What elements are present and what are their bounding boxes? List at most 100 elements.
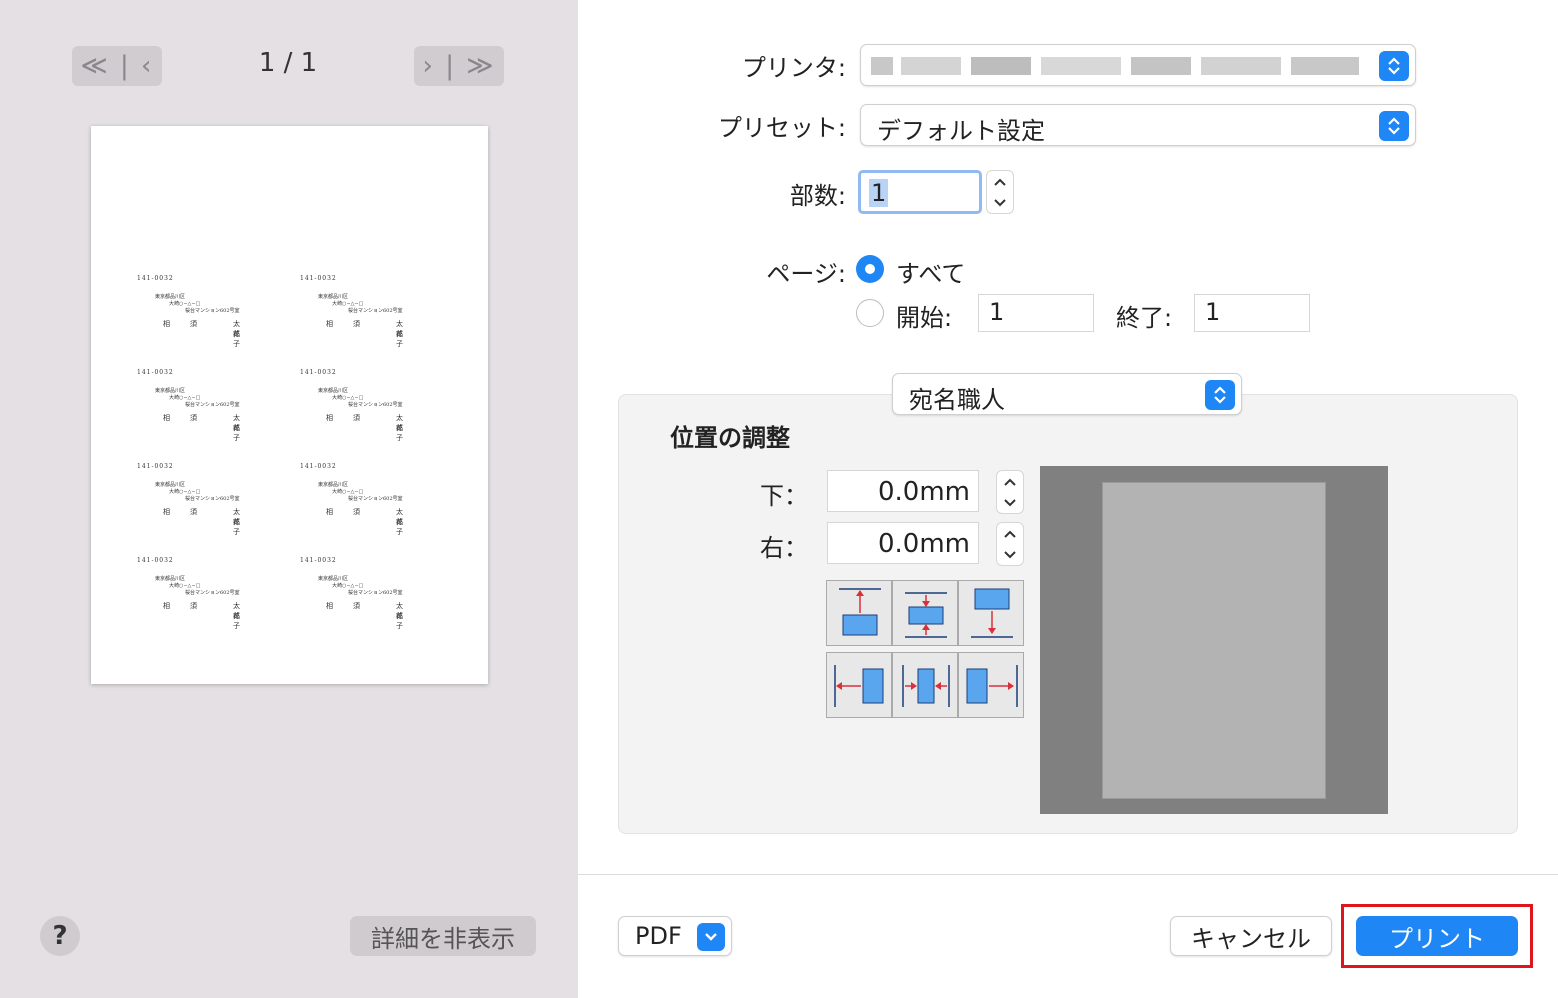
label-addr3: 桜台マンション602号室 (185, 496, 240, 502)
printer-popup[interactable] (860, 44, 1416, 86)
align-top-button[interactable] (826, 580, 892, 646)
right-offset-label: 右： (760, 534, 808, 562)
pages-all-label: すべて (896, 260, 966, 288)
chevron-down-icon (1004, 498, 1016, 506)
address-label: 141-0032 東京都品川区 大崎○−△−□ 桜台マンション602号室 相須 太郎 花子 (137, 463, 277, 553)
label-addr1: 東京都品川区 (155, 388, 186, 394)
label-addr3: 桜台マンション602号室 (348, 308, 403, 314)
align-top-icon (839, 588, 881, 636)
address-label: 141-0032 東京都品川区 大崎○−△−□ 桜台マンション602号室 相須 太郎 花子 (300, 463, 440, 553)
address-label: 141-0032 東京都品川区 大崎○−△−□ 桜台マンション602号室 相須 太郎 花子 (137, 369, 277, 459)
label-addr2: 大崎○−△−□ (332, 583, 364, 589)
double-chevron-left-icon: ≪ | ‹ (80, 51, 154, 81)
label-addr3: 桜台マンション602号室 (348, 496, 403, 502)
printer-name-obscured (871, 53, 1361, 79)
app-section-popup[interactable]: 宛名職人 (892, 373, 1242, 415)
label-name2: 花子 (233, 518, 258, 536)
align-hcenter-icon (902, 665, 950, 707)
pages-from-field[interactable]: 1 (978, 294, 1094, 332)
label-surname: 相須 (326, 508, 380, 516)
chevron-up-icon (1004, 478, 1016, 486)
align-bottom-button[interactable] (958, 580, 1024, 646)
label-addr2: 大崎○−△−□ (169, 395, 201, 401)
label-addr1: 東京都品川区 (318, 576, 349, 582)
label-surname: 相須 (326, 414, 380, 422)
label-zip: 141-0032 (137, 463, 174, 470)
label-zip: 141-0032 (300, 369, 337, 376)
updown-chevron-icon (1205, 380, 1235, 410)
pdf-label: PDF (635, 922, 682, 950)
align-hcenter-button[interactable] (892, 652, 958, 718)
align-right-icon (966, 665, 1018, 707)
label-addr2: 大崎○−△−□ (332, 301, 364, 307)
align-vcenter-button[interactable] (892, 580, 958, 646)
align-right-button[interactable] (958, 652, 1024, 718)
pages-to-field[interactable]: 1 (1194, 294, 1310, 332)
label-zip: 141-0032 (137, 369, 174, 376)
label-addr3: 桜台マンション602号室 (348, 590, 403, 596)
help-button[interactable]: ? (40, 916, 80, 956)
position-adjust-title: 位置の調整 (670, 424, 790, 452)
copies-field[interactable]: 1 (858, 170, 982, 214)
label-surname: 相須 (163, 602, 217, 610)
label-name2: 花子 (233, 424, 258, 442)
pdf-menu-button[interactable]: PDF (618, 916, 732, 956)
footer-divider (578, 874, 1558, 875)
print-dialog: ≪ | ‹ 1 / 1 › | ≫ 141-0032 東京都品川区 大崎○−△−□ 桜… (0, 0, 1558, 998)
label-zip: 141-0032 (137, 275, 174, 282)
previous-page-button[interactable]: ≪ | ‹ (72, 46, 162, 86)
label-surname: 相須 (163, 508, 217, 516)
copies-stepper[interactable] (986, 170, 1014, 214)
pages-all-radio[interactable] (856, 255, 884, 283)
bottom-offset-label: 下： (760, 482, 808, 510)
label-addr1: 東京都品川区 (155, 294, 186, 300)
pages-to-label: 終了: (1116, 304, 1173, 332)
position-preview (1040, 466, 1388, 814)
label-addr1: 東京都品川区 (318, 482, 349, 488)
position-preview-page (1102, 482, 1326, 799)
printer-label: プリンタ: (741, 54, 846, 82)
chevron-down-icon (1004, 550, 1016, 558)
label-name2: 花子 (396, 612, 421, 630)
align-bottom-icon (971, 588, 1013, 638)
label-addr1: 東京都品川区 (318, 388, 349, 394)
address-label: 141-0032 東京都品川区 大崎○−△−□ 桜台マンション602号室 相須 太郎 花子 (300, 275, 440, 365)
right-offset-field[interactable]: 0.0mm (827, 522, 979, 564)
double-chevron-right-icon: › | ≫ (422, 51, 496, 81)
label-addr1: 東京都品川区 (318, 294, 349, 300)
label-addr3: 桜台マンション602号室 (185, 590, 240, 596)
label-addr3: 桜台マンション602号室 (185, 308, 240, 314)
label-name2: 花子 (396, 330, 421, 348)
label-addr3: 桜台マンション602号室 (348, 402, 403, 408)
preview-pane: ≪ | ‹ 1 / 1 › | ≫ 141-0032 東京都品川区 大崎○−△−□ 桜… (0, 0, 578, 998)
preset-popup[interactable]: デフォルト設定 (860, 104, 1416, 146)
page-preview: 141-0032 東京都品川区 大崎○−△−□ 桜台マンション602号室 相須 太郎 花子 1… (91, 126, 488, 684)
label-addr2: 大崎○−△−□ (169, 583, 201, 589)
label-zip: 141-0032 (300, 275, 337, 282)
pages-range-radio[interactable] (856, 299, 884, 327)
cancel-button[interactable]: キャンセル (1170, 916, 1332, 956)
right-offset-stepper[interactable] (996, 522, 1024, 566)
label-addr2: 大崎○−△−□ (332, 489, 364, 495)
pages-label: ページ: (766, 260, 846, 288)
chevron-down-icon (697, 923, 725, 951)
chevron-down-icon (994, 198, 1006, 206)
next-page-button[interactable]: › | ≫ (414, 46, 504, 86)
align-left-icon (834, 665, 884, 707)
page-indicator: 1 / 1 (258, 48, 318, 78)
chevron-up-icon (1004, 530, 1016, 538)
hide-details-button[interactable]: 詳細を非表示 (350, 916, 536, 956)
address-label: 141-0032 東京都品川区 大崎○−△−□ 桜台マンション602号室 相須 太郎 花子 (300, 557, 440, 647)
label-name2: 花子 (233, 330, 258, 348)
label-surname: 相須 (326, 320, 380, 328)
preset-label: プリセット: (717, 114, 846, 142)
updown-chevron-icon (1379, 111, 1409, 141)
label-addr3: 桜台マンション602号室 (185, 402, 240, 408)
label-addr2: 大崎○−△−□ (332, 395, 364, 401)
align-left-button[interactable] (826, 652, 892, 718)
align-vcenter-icon (905, 592, 947, 638)
bottom-offset-stepper[interactable] (996, 470, 1024, 514)
updown-chevron-icon (1379, 51, 1409, 81)
bottom-offset-field[interactable]: 0.0mm (827, 470, 979, 512)
label-zip: 141-0032 (300, 557, 337, 564)
